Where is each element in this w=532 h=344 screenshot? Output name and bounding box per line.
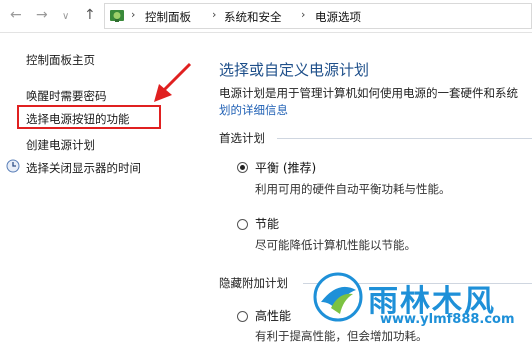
watermark-url: www.ylmf888.com [380, 312, 515, 327]
plan-high-performance-desc: 有利于提高性能，但会增加功耗。 [255, 329, 428, 343]
sidebar-item-display-off-time[interactable]: 选择关闭显示器的时间 [26, 160, 141, 176]
page-title: 选择或自定义电源计划 [219, 61, 370, 79]
breadcrumb-separator: › [131, 8, 136, 21]
control-panel-icon [110, 10, 124, 22]
highlight-box [17, 105, 161, 129]
forward-arrow-icon[interactable]: → [36, 7, 48, 23]
plan-info-link[interactable]: 划的详细信息 [219, 102, 288, 118]
address-bar: ← → ∨ ↑ › 控制面板 › 系统和安全 › 电源选项 [0, 0, 532, 33]
back-arrow-icon[interactable]: ← [10, 7, 22, 23]
plan-balanced-radio[interactable] [237, 162, 248, 173]
breadcrumb-separator: › [212, 8, 217, 21]
page-description: 电源计划是用于管理计算机如何使用电源的一套硬件和系统 [219, 86, 518, 100]
red-arrow-icon [154, 62, 192, 102]
plan-high-performance-radio[interactable] [237, 311, 248, 322]
chevron-down-icon[interactable]: ∨ [62, 9, 69, 25]
breadcrumb-item-system-security[interactable]: 系统和安全 [224, 9, 282, 25]
breadcrumb-item-control-panel[interactable]: 控制面板 [145, 9, 191, 25]
plan-balanced-name[interactable]: 平衡 (推荐) [255, 159, 316, 176]
preferred-plans-heading: 首选计划 [219, 131, 265, 145]
plan-high-performance-name[interactable]: 高性能 [255, 307, 291, 324]
plan-power-saver-radio[interactable] [237, 219, 248, 230]
sidebar-item-create-plan[interactable]: 创建电源计划 [26, 137, 95, 153]
hidden-plans-heading[interactable]: 隐藏附加计划 [219, 275, 288, 291]
sidebar-item-control-panel-home[interactable]: 控制面板主页 [26, 52, 95, 68]
watermark-logo-icon [313, 272, 363, 322]
sidebar-item-require-password[interactable]: 唤醒时需要密码 [26, 88, 107, 104]
up-arrow-icon[interactable]: ↑ [84, 7, 96, 23]
display-time-icon [6, 159, 20, 173]
breadcrumb[interactable]: › 控制面板 › 系统和安全 › 电源选项 [104, 3, 532, 29]
section-divider [277, 138, 532, 139]
breadcrumb-item-power-options[interactable]: 电源选项 [315, 9, 361, 25]
plan-balanced-desc: 利用可用的硬件自动平衡功耗与性能。 [255, 182, 451, 196]
plan-power-saver-name[interactable]: 节能 [255, 215, 279, 232]
plan-power-saver-desc: 尽可能降低计算机性能以节能。 [255, 238, 416, 252]
breadcrumb-separator: › [301, 8, 306, 21]
